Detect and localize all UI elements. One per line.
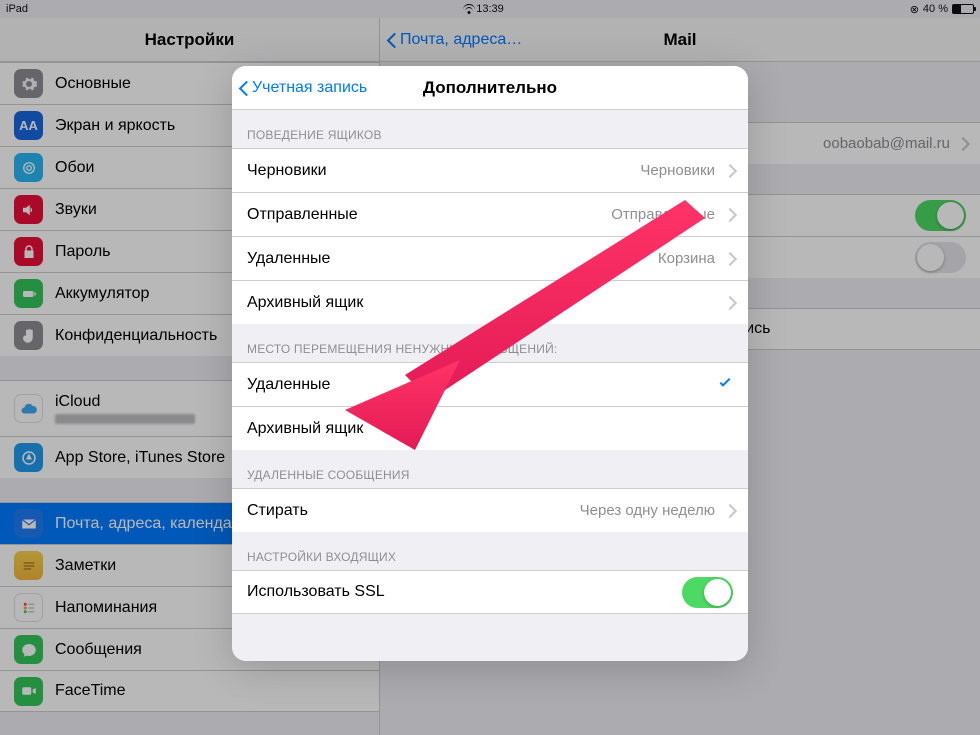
- chevron-left-icon: [238, 78, 250, 98]
- appstore-icon: [14, 443, 43, 472]
- sidebar-item-facetime[interactable]: FaceTime: [0, 670, 379, 712]
- row-deleted[interactable]: Удаленные Корзина: [232, 236, 748, 280]
- section-incoming-settings: Настройки входящих: [232, 532, 748, 570]
- chevron-right-icon: [725, 208, 733, 222]
- row-sent[interactable]: Отправленные Отправленные: [232, 192, 748, 236]
- modal-navbar: Учетная запись Дополнительно: [232, 66, 748, 110]
- section-deleted-messages: Удаленные сообщения: [232, 450, 748, 488]
- text-size-icon: AA: [14, 111, 43, 140]
- account-value: oobaobab@mail.ru: [823, 135, 950, 152]
- gear-icon: [14, 69, 43, 98]
- row-erase[interactable]: Стирать Через одну неделю: [232, 488, 748, 532]
- row-discard-deleted[interactable]: Удаленные: [232, 362, 748, 406]
- row-discard-archive[interactable]: Архивный ящик: [232, 406, 748, 450]
- status-time: 13:39: [0, 3, 980, 15]
- mail-icon: [14, 509, 43, 538]
- detail-back-button[interactable]: Почта, адреса…: [386, 30, 522, 50]
- toggle-switch-on[interactable]: [915, 200, 966, 231]
- row-use-ssl[interactable]: Использовать SSL: [232, 570, 748, 614]
- row-archive[interactable]: Архивный ящик: [232, 280, 748, 324]
- chevron-right-icon: [725, 164, 733, 178]
- status-bar: iPad 13:39 ⊗ 40 %: [0, 0, 980, 18]
- lock-icon: [14, 237, 43, 266]
- advanced-modal: Учетная запись Дополнительно Поведение я…: [232, 66, 748, 661]
- icloud-account-blur: [55, 414, 195, 424]
- reminders-icon: [14, 593, 43, 622]
- wallpaper-icon: [14, 153, 43, 182]
- sidebar-title: Настройки: [145, 30, 235, 50]
- sidebar-navbar: Настройки: [0, 18, 379, 62]
- ssl-switch[interactable]: [682, 577, 733, 608]
- battery-icon: [952, 4, 974, 14]
- detail-title: Mail: [663, 30, 696, 50]
- modal-back-button[interactable]: Учетная запись: [238, 78, 367, 98]
- section-mailbox-behavior: Поведение ящиков: [232, 110, 748, 148]
- detail-navbar: Почта, адреса… Mail: [380, 18, 980, 62]
- checkmark-icon: [717, 374, 733, 395]
- battery-box-icon: [14, 279, 43, 308]
- chevron-left-icon: [386, 30, 398, 50]
- speaker-icon: [14, 195, 43, 224]
- notes-icon: [14, 551, 43, 580]
- cloud-icon: [14, 394, 43, 423]
- chevron-right-icon: [958, 137, 966, 151]
- messages-icon: [14, 635, 43, 664]
- hand-icon: [14, 321, 43, 350]
- screen: iPad 13:39 ⊗ 40 % Настройки Основные: [0, 0, 980, 735]
- toggle-switch-off[interactable]: [915, 242, 966, 273]
- modal-title: Дополнительно: [423, 78, 557, 98]
- chevron-right-icon: [725, 504, 733, 518]
- section-move-discarded: Место перемещения ненужных сообщений:: [232, 324, 748, 362]
- chevron-right-icon: [725, 252, 733, 266]
- row-drafts[interactable]: Черновики Черновики: [232, 148, 748, 192]
- facetime-icon: [14, 677, 43, 706]
- chevron-right-icon: [725, 296, 733, 310]
